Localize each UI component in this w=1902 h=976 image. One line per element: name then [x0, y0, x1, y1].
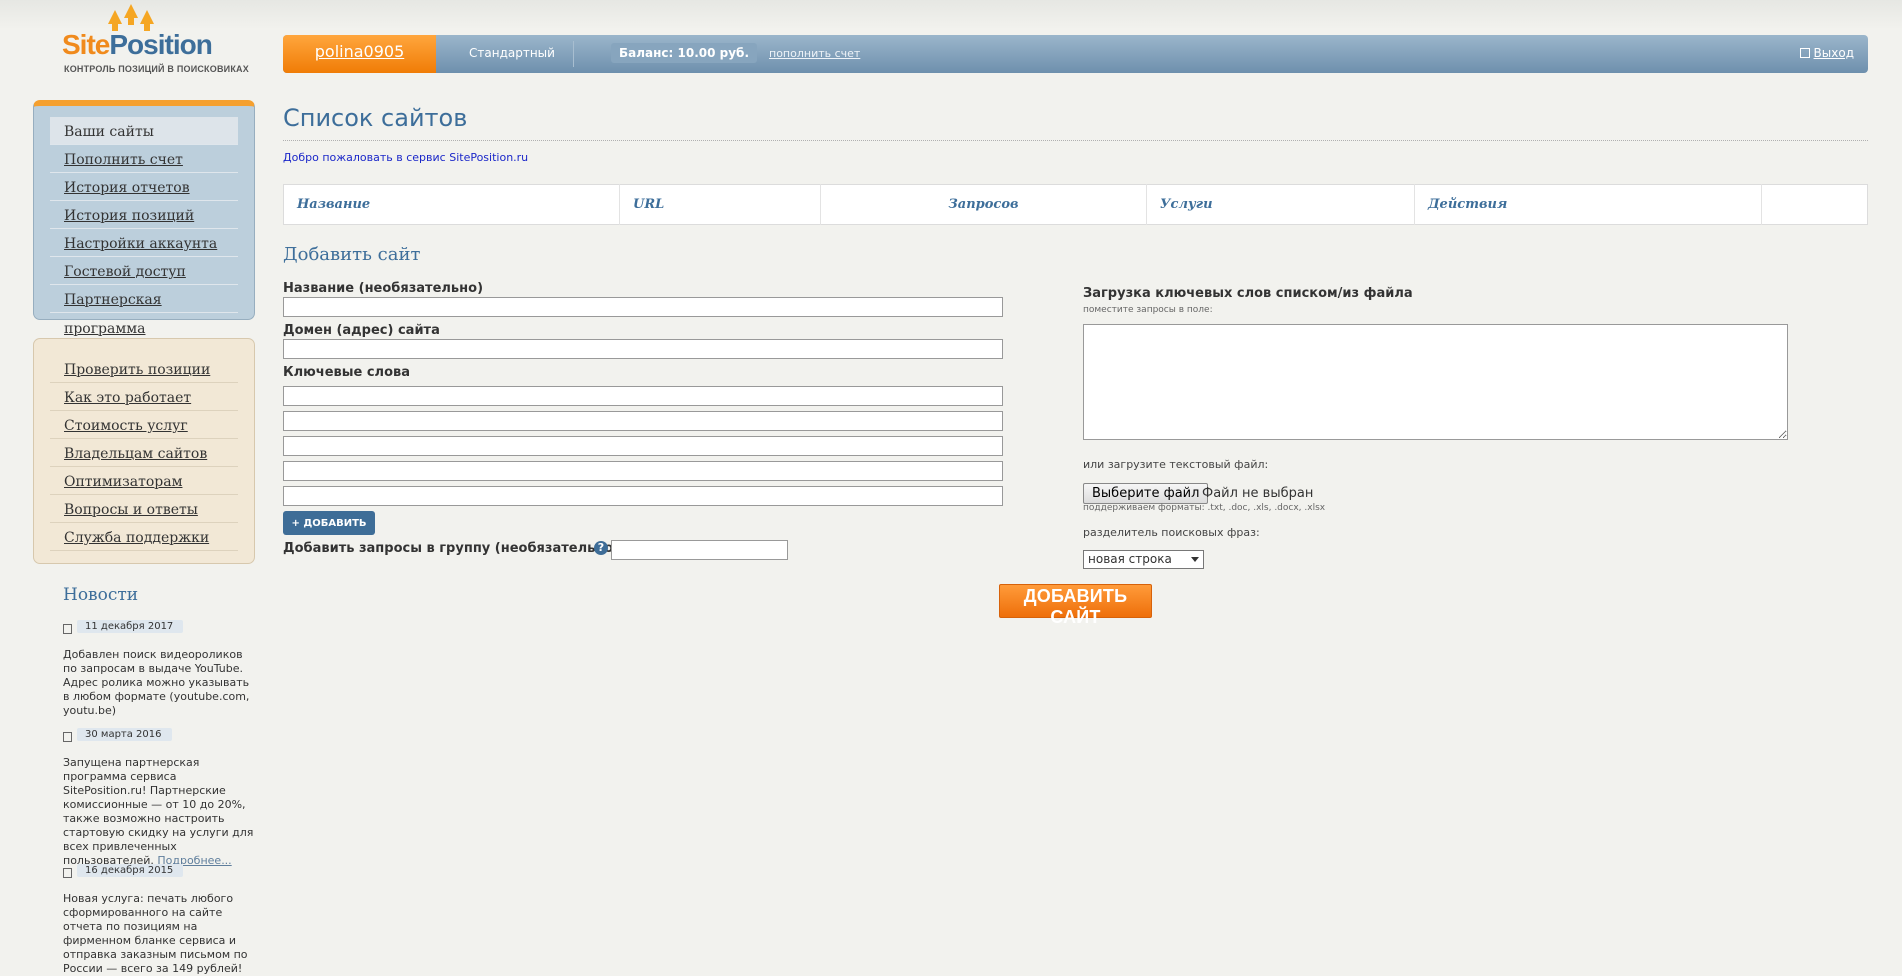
sidebar-item-positions-history[interactable]: История позиций — [50, 201, 238, 229]
username-link[interactable]: polina0905 — [283, 35, 436, 73]
add-site-button[interactable]: ДОБАВИТЬ САЙТ — [999, 584, 1152, 627]
domain-input[interactable] — [283, 339, 1003, 359]
keyword-input[interactable] — [283, 436, 1003, 456]
site-name-label: Название (необязательно) — [283, 281, 484, 296]
topup-link[interactable]: пополнить счет — [769, 47, 860, 60]
keyword-input[interactable] — [283, 486, 1003, 506]
account-menu: Ваши сайты Пополнить счет История отчето… — [33, 100, 255, 337]
column-header-services[interactable]: Услуги — [1146, 184, 1415, 225]
news-text: Добавлен поиск видеороликов по запросам … — [63, 648, 250, 717]
chevron-down-icon — [1191, 557, 1199, 562]
add-keyword-button[interactable]: + ДОБАВИТЬ — [283, 511, 375, 535]
page-title: Список сайтов — [283, 104, 468, 132]
site-name-input[interactable] — [283, 297, 1003, 317]
column-header-url[interactable]: URL — [619, 184, 821, 225]
sidebar-item-partner-program[interactable]: Партнерская программа — [50, 285, 238, 337]
sidebar-item-faq[interactable]: Вопросы и ответы — [50, 495, 238, 523]
news-doc-icon — [63, 868, 72, 878]
column-header-name[interactable]: Название — [283, 184, 620, 225]
supported-formats: поддерживаем форматы: .txt, .doc, .xls, … — [1083, 503, 1326, 513]
sidebar-item-pricing[interactable]: Стоимость услуг — [50, 411, 238, 439]
top-background — [0, 0, 1902, 30]
bulk-upload-hint: поместите запросы в поле: — [1083, 305, 1213, 315]
keyword-input[interactable] — [283, 386, 1003, 406]
topbar-divider — [573, 41, 574, 67]
sidebar-item-your-sites[interactable]: Ваши сайты — [50, 117, 238, 145]
keyword-input[interactable] — [283, 411, 1003, 431]
sites-table: Название URL Запросов Услуги Действия — [283, 184, 1868, 225]
column-header-extra — [1762, 185, 1868, 225]
news-title: Новости — [63, 585, 139, 605]
group-input[interactable] — [611, 540, 788, 560]
balance-badge: Баланс: 10.00 руб. — [611, 43, 757, 63]
sidebar-item-guest-access[interactable]: Гостевой доступ — [50, 257, 238, 285]
sidebar-item-reports-history[interactable]: История отчетов — [50, 173, 238, 201]
add-site-title: Добавить сайт — [283, 244, 421, 265]
news-date: 11 декабря 2017 — [77, 620, 184, 633]
column-header-actions[interactable]: Действия — [1414, 184, 1762, 225]
logo-arrows-icon — [104, 2, 164, 31]
column-header-queries[interactable]: Запросов — [820, 184, 1147, 225]
bulk-upload-title: Загрузка ключевых слов списком/из файла — [1083, 286, 1413, 301]
file-upload-prompt: или загрузите текстовый файл: — [1083, 458, 1269, 471]
news-doc-icon — [63, 732, 72, 742]
group-label: Добавить запросы в группу (необязательно… — [283, 541, 625, 556]
news-item: 11 декабря 2017 Добавлен поиск видеороли… — [63, 620, 258, 718]
sidebar-item-account-settings[interactable]: Настройки аккаунта — [50, 229, 238, 257]
top-bar: polina0905 Стандартный Баланс: 10.00 руб… — [283, 35, 1868, 73]
table-header-row: Название URL Запросов Услуги Действия — [283, 184, 1868, 225]
logout-icon — [1799, 48, 1810, 58]
file-status: Файл не выбран — [1202, 486, 1314, 501]
news-date: 16 декабря 2015 — [77, 864, 184, 877]
info-menu: Проверить позиции Как это работает Стоим… — [33, 338, 255, 564]
separator-label: разделитель поисковых фраз: — [1083, 526, 1260, 539]
logo-tagline: КОНТРОЛЬ ПОЗИЦИЙ В ПОИСКОВИКАХ — [64, 64, 249, 74]
sidebar-item-topup[interactable]: Пополнить счет — [50, 145, 238, 173]
sidebar-item-support[interactable]: Служба поддержки — [50, 523, 238, 551]
domain-label: Домен (адрес) сайта — [283, 323, 440, 338]
sidebar-item-how-it-works[interactable]: Как это работает — [50, 383, 238, 411]
keyword-input[interactable] — [283, 461, 1003, 481]
sidebar-item-check-positions[interactable]: Проверить позиции — [50, 355, 238, 383]
sidebar-item-site-owners[interactable]: Владельцам сайтов — [50, 439, 238, 467]
news-item: 30 марта 2016 Запущена партнерская прогр… — [63, 728, 258, 868]
news-date: 30 марта 2016 — [77, 728, 172, 741]
plan-label: Стандартный — [469, 46, 555, 60]
news-text: Запущена партнерская программа сервиса S… — [63, 756, 254, 867]
help-icon[interactable]: ? — [594, 541, 608, 555]
keywords-label: Ключевые слова — [283, 365, 411, 380]
logo-wordmark: SitePosition — [62, 29, 213, 60]
news-text: Новая услуга: печать любого сформированн… — [63, 892, 248, 975]
news-item: 16 декабря 2015 Новая услуга: печать люб… — [63, 864, 258, 976]
sidebar-item-optimizers[interactable]: Оптимизаторам — [50, 467, 238, 495]
bulk-keywords-textarea[interactable] — [1083, 324, 1788, 440]
news-doc-icon — [63, 624, 72, 634]
logout-link[interactable]: Выход — [1799, 46, 1854, 60]
welcome-text: Добро пожаловать в сервис SitePosition.r… — [283, 151, 529, 164]
title-divider — [283, 140, 1868, 141]
separator-select[interactable]: новая строка — [1083, 550, 1204, 569]
site-logo[interactable]: SitePosition КОНТРОЛЬ ПОЗИЦИЙ В ПОИСКОВИ… — [62, 2, 249, 76]
choose-file-button[interactable]: Выберите файл — [1083, 483, 1209, 504]
